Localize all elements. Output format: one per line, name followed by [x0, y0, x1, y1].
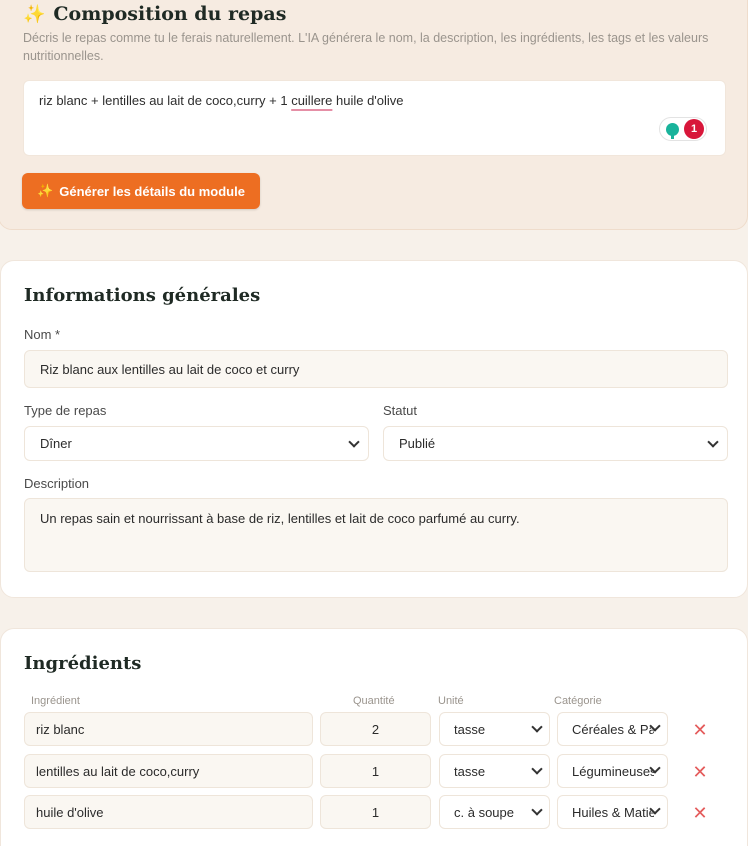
ingredient-category-value: Huiles & Matières grasses	[572, 804, 654, 820]
chevron-down-icon	[531, 804, 543, 816]
status-select[interactable]: Publié	[383, 426, 728, 461]
composition-title: ✨ Composition du repas	[23, 3, 286, 25]
ingredient-category-select[interactable]: Légumineuses	[557, 754, 668, 788]
ingredient-category-value: Légumineuses	[572, 763, 654, 779]
grammar-count-badge[interactable]: 1	[684, 119, 704, 139]
general-info-card: Informations générales Nom * Riz blanc a…	[0, 260, 748, 598]
ingredient-quantity-input[interactable]: 2	[320, 712, 431, 746]
name-label: Nom *	[24, 327, 61, 342]
ingredient-name-input[interactable]: lentilles au lait de coco,curry	[24, 754, 313, 788]
ingredient-name-input[interactable]: huile d'olive	[24, 795, 313, 829]
ingredient-unit-select[interactable]: tasse	[439, 712, 550, 746]
ingredient-unit-value: tasse	[454, 721, 486, 737]
column-header-quantity: Quantité	[353, 695, 395, 707]
ingredient-unit-value: tasse	[454, 763, 486, 779]
close-icon[interactable]: ✕	[691, 804, 709, 822]
chevron-down-icon	[531, 763, 543, 775]
close-icon[interactable]: ✕	[691, 763, 709, 781]
name-input-value: Riz blanc aux lentilles au lait de coco …	[40, 361, 300, 377]
ingredient-category-value: Céréales & Pâtes	[572, 721, 654, 737]
ingredients-title: Ingrédients	[24, 653, 142, 674]
column-header-unit: Unité	[438, 695, 464, 707]
meal-composition-input[interactable]: riz blanc + lentilles au lait de coco,cu…	[23, 80, 726, 156]
input-text-part: riz blanc + lentilles au lait de coco,cu…	[39, 93, 292, 108]
column-header-ingredient: Ingrédient	[31, 695, 80, 707]
ingredient-category-select[interactable]: Huiles & Matières grasses	[557, 795, 668, 829]
composition-description: Décris le repas comme tu le ferais natur…	[23, 31, 709, 63]
meal-type-value: Dîner	[40, 436, 72, 451]
ingredient-name-input[interactable]: riz blanc	[24, 712, 313, 746]
sparkle-icon: ✨	[23, 3, 46, 25]
chevron-down-icon	[531, 721, 543, 733]
generate-details-button[interactable]: ✨ Générer les détails du module	[22, 173, 260, 209]
name-input[interactable]: Riz blanc aux lentilles au lait de coco …	[24, 350, 728, 388]
status-label: Statut	[383, 403, 417, 418]
chevron-down-icon	[348, 435, 360, 448]
column-header-category: Catégorie	[554, 695, 602, 707]
composition-card: ✨ Composition du repas Décris le repas c…	[0, 0, 748, 230]
meal-type-label: Type de repas	[24, 403, 107, 418]
meal-type-select[interactable]: Dîner	[24, 426, 369, 461]
description-label: Description	[24, 476, 90, 491]
ingredient-unit-value: c. à soupe	[454, 804, 514, 820]
lightbulb-icon[interactable]	[662, 119, 682, 139]
ingredient-unit-select[interactable]: c. à soupe	[439, 795, 550, 829]
description-textarea[interactable]: Un repas sain et nourrissant à base de r…	[24, 498, 728, 572]
ingredient-quantity-input[interactable]: 1	[320, 754, 431, 788]
ingredient-unit-select[interactable]: tasse	[439, 754, 550, 788]
composition-title-text: Composition du repas	[53, 3, 287, 25]
generate-details-label: Générer les détails du module	[59, 183, 245, 199]
ingredient-quantity-input[interactable]: 1	[320, 795, 431, 829]
ingredients-card: Ingrédients Ingrédient Quantité Unité Ca…	[0, 628, 748, 846]
status-value: Publié	[399, 436, 436, 451]
ingredient-category-select[interactable]: Céréales & Pâtes	[557, 712, 668, 746]
description-value: Un repas sain et nourrissant à base de r…	[40, 511, 520, 526]
input-text-part: huile d'olive	[332, 93, 404, 108]
misspelled-word[interactable]: cuillere	[291, 93, 332, 108]
sparkle-icon: ✨	[37, 183, 54, 198]
close-icon[interactable]: ✕	[691, 721, 709, 739]
meal-composition-text: riz blanc + lentilles au lait de coco,cu…	[39, 93, 404, 108]
chevron-down-icon	[707, 435, 719, 448]
general-info-title: Informations générales	[24, 285, 261, 306]
grammar-checker[interactable]: 1	[659, 117, 707, 141]
